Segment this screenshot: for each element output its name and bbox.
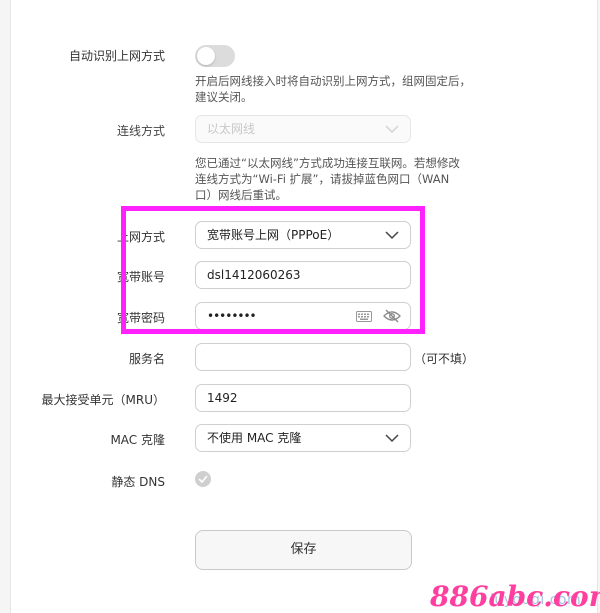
mac-clone-label: MAC 克隆 xyxy=(110,433,165,447)
highlight-box xyxy=(121,206,425,334)
connection-hint: 您已通过“以太网线”方式成功连接互联网。若想修改 连线方式为“Wi-Fi 扩展”… xyxy=(195,155,495,203)
mac-clone-value: 不使用 MAC 克隆 xyxy=(207,431,302,445)
auto-detect-hint: 开启后网线接入时将自动识别上网方式，组网固定后， 建议关闭。 xyxy=(195,73,495,105)
hint-line: 口）网线后重试。 xyxy=(195,188,287,202)
mru-input[interactable]: 1492 xyxy=(195,384,411,412)
check-icon xyxy=(198,475,208,483)
watermark: 886abc.com xyxy=(430,580,600,613)
hint-line: 您已通过“以太网线”方式成功连接互联网。若想修改 xyxy=(195,156,460,170)
connection-label: 连线方式 xyxy=(116,124,165,138)
mru-label: 最大接受单元（MRU） xyxy=(41,393,165,407)
chevron-down-icon xyxy=(385,125,399,134)
connection-select: 以太网线 xyxy=(195,115,411,143)
connection-value: 以太网线 xyxy=(207,122,256,136)
settings-panel: 自动识别上网方式 开启后网线接入时将自动识别上网方式，组网固定后， 建议关闭。 … xyxy=(10,0,598,613)
service-name-label: 服务名 xyxy=(128,352,165,366)
save-button[interactable]: 保存 xyxy=(195,530,412,570)
service-name-input[interactable] xyxy=(195,343,411,371)
static-dns-label: 静态 DNS xyxy=(111,475,165,489)
toggle-knob xyxy=(197,47,215,65)
chevron-down-icon xyxy=(385,434,399,443)
hint-line: 开启后网线接入时将自动识别上网方式，组网固定后， xyxy=(195,74,471,88)
optional-note: （可不填） xyxy=(414,352,475,366)
auto-detect-label: 自动识别上网方式 xyxy=(68,49,165,63)
mac-clone-select[interactable]: 不使用 MAC 克隆 xyxy=(195,424,411,452)
static-dns-checkbox[interactable] xyxy=(195,471,211,487)
hint-line: 连线方式为“Wi-Fi 扩展”，请拔掉蓝色网口（WAN xyxy=(195,172,450,186)
hint-line: 建议关闭。 xyxy=(195,90,253,104)
mru-value: 1492 xyxy=(207,391,238,405)
auto-detect-toggle[interactable] xyxy=(195,45,235,67)
